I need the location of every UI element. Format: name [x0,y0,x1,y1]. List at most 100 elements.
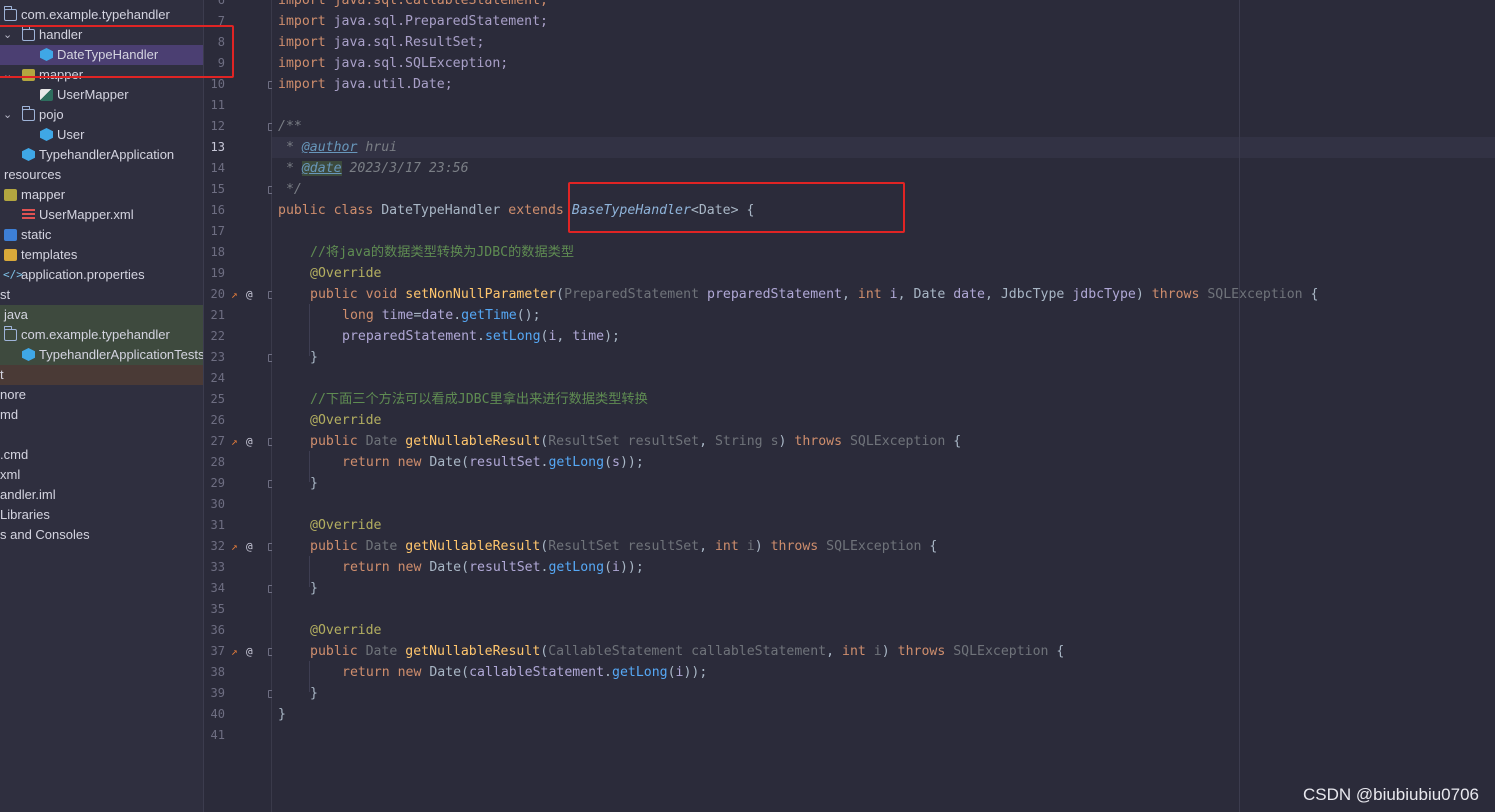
tree-item-gitignore[interactable]: nore [0,385,203,405]
tree-item-test-package[interactable]: com.example.typehandler [0,325,203,345]
method-call: getLong [548,560,605,575]
keyword: public class [278,203,382,218]
punct: ); [604,329,620,344]
tree-item-resources[interactable]: resources [0,165,203,185]
tree-item-usermapper[interactable]: UserMapper [0,85,203,105]
line-number: 41 [210,728,225,742]
keyword: public [310,434,366,449]
code-line-10: import java.util.Date; [278,74,453,95]
code-line-26: @Override [310,410,381,431]
implements-method-icon[interactable]: ↗ [231,641,238,662]
line-number: 36 [210,623,225,637]
return-type: Date [365,644,406,659]
tree-item-resources-mapper[interactable]: mapper [0,185,203,205]
implements-method-icon[interactable]: ↗ [231,536,238,557]
line-number: 13 [210,140,225,154]
line-number: 11 [210,98,225,112]
code-line-6: import java.sql.CallableStatement; [278,0,548,11]
tree-item-templates[interactable]: templates [0,245,203,265]
tree-item-test-java[interactable]: java [0,305,203,325]
punct: , [556,329,573,344]
param-type: PreparedStatement [564,287,708,302]
line-number-gutter[interactable]: 6 7 8 9 10 11 12 13 14 15 16 17 18 19 20 ↗ @21 22 23 24 25 26… [205,0,276,812]
override-marker-icon[interactable]: @ [246,284,253,305]
code-editor[interactable]: import java.sql.CallableStatement; impor… [272,0,1495,812]
override-marker-icon[interactable]: @ [246,536,253,557]
tree-item-test[interactable]: st [0,285,203,305]
implements-method-icon[interactable]: ↗ [231,431,238,452]
keyword: public void [310,287,406,302]
keyword: int [842,644,874,659]
tree-item-static[interactable]: static [0,225,203,245]
properties-file-icon: </> [3,268,23,281]
keyword: throws [770,539,827,554]
tree-item-target[interactable]: t [0,365,203,385]
code-line-15: */ [278,179,302,200]
keyword: public [310,644,366,659]
javadoc: hrui [357,140,398,155]
tree-item-help-md[interactable]: md [0,405,203,425]
tree-item-scratches-and-consoles[interactable]: s and Consoles [0,525,203,545]
line-number: 27 [210,434,225,448]
override-marker-icon[interactable]: @ [246,431,253,452]
override-marker-icon[interactable]: @ [246,641,253,662]
punct: , [699,434,715,449]
tree-item-iml[interactable]: andler.iml [0,485,203,505]
annotation: @Override [310,413,382,428]
project-tree[interactable]: com.example.typehandler ⌄ handler DateTy… [0,0,204,812]
tree-item-typehandlerapplication[interactable]: TypehandlerApplication [0,145,203,165]
tree-item-pom-xml[interactable]: xml [0,465,203,485]
tree-item-user[interactable]: User [0,125,203,145]
param-name: date [953,287,985,302]
tree-item-mvnw-cmd[interactable]: .cmd [0,445,203,465]
method-name: setNonNullParameter [405,287,557,302]
keyword: int [857,287,890,302]
param-type: String [714,434,771,449]
variable: s [612,455,620,470]
keyword: extends [508,203,572,218]
param-type: ResultSet [548,434,628,449]
brace: } [310,581,318,596]
import-path: java.sql.ResultSet; [333,35,485,50]
highlight-box-extends [568,182,905,233]
tree-item-pojo[interactable]: ⌄ pojo [0,105,203,125]
code-line-40: } [278,704,286,725]
implements-method-icon[interactable]: ↗ [231,284,238,305]
line-comment: //下面三个方法可以看成JDBC里拿出来进行数据类型转换 [310,392,648,407]
tree-item-application-properties[interactable]: </> application.properties [0,265,203,285]
spring-class-icon [22,148,35,161]
line-number: 32 [210,539,225,553]
punct: ) [1135,287,1152,302]
code-line-9: import java.sql.SQLException; [278,53,508,74]
punct: ( [556,287,565,302]
punct: , [984,287,1001,302]
code-line-36: @Override [310,620,381,641]
code-line-32: public Date getNullableResult(ResultSet … [310,536,937,557]
brace: } [278,707,286,722]
punct: ) [881,644,898,659]
line-number: 24 [210,371,225,385]
package-folder-icon [4,326,17,341]
code-line-28: return new Date(resultSet.getLong(s)); [342,452,644,473]
code-line-12: /** [278,116,302,137]
tree-item-typehandlerapplicationtests[interactable]: TypehandlerApplicationTests [0,345,203,365]
code-line-27: public Date getNullableResult(ResultSet … [310,431,961,452]
code-line-33: return new Date(resultSet.getLong(i)); [342,557,644,578]
code-line-39: } [310,683,318,704]
tree-item-com-example-typehandler[interactable]: com.example.typehandler [0,5,203,25]
keyword: throws [897,644,954,659]
keyword: import [278,14,334,29]
line-number: 21 [210,308,225,322]
chevron-down-icon[interactable]: ⌄ [3,105,15,125]
javadoc: 2023/3/17 23:56 [341,161,469,176]
line-number: 22 [210,329,225,343]
method-call: getLong [612,665,668,680]
tree-item-usermapper-xml[interactable]: UserMapper.xml [0,205,203,225]
param-name: i [746,539,755,554]
tree-item-external-libraries[interactable]: Libraries [0,505,203,525]
variable: preparedStatement [342,329,477,344]
keyword: long [342,308,382,323]
line-number: 12 [210,119,225,133]
variable: i [612,560,620,575]
spring-class-icon [22,348,35,361]
